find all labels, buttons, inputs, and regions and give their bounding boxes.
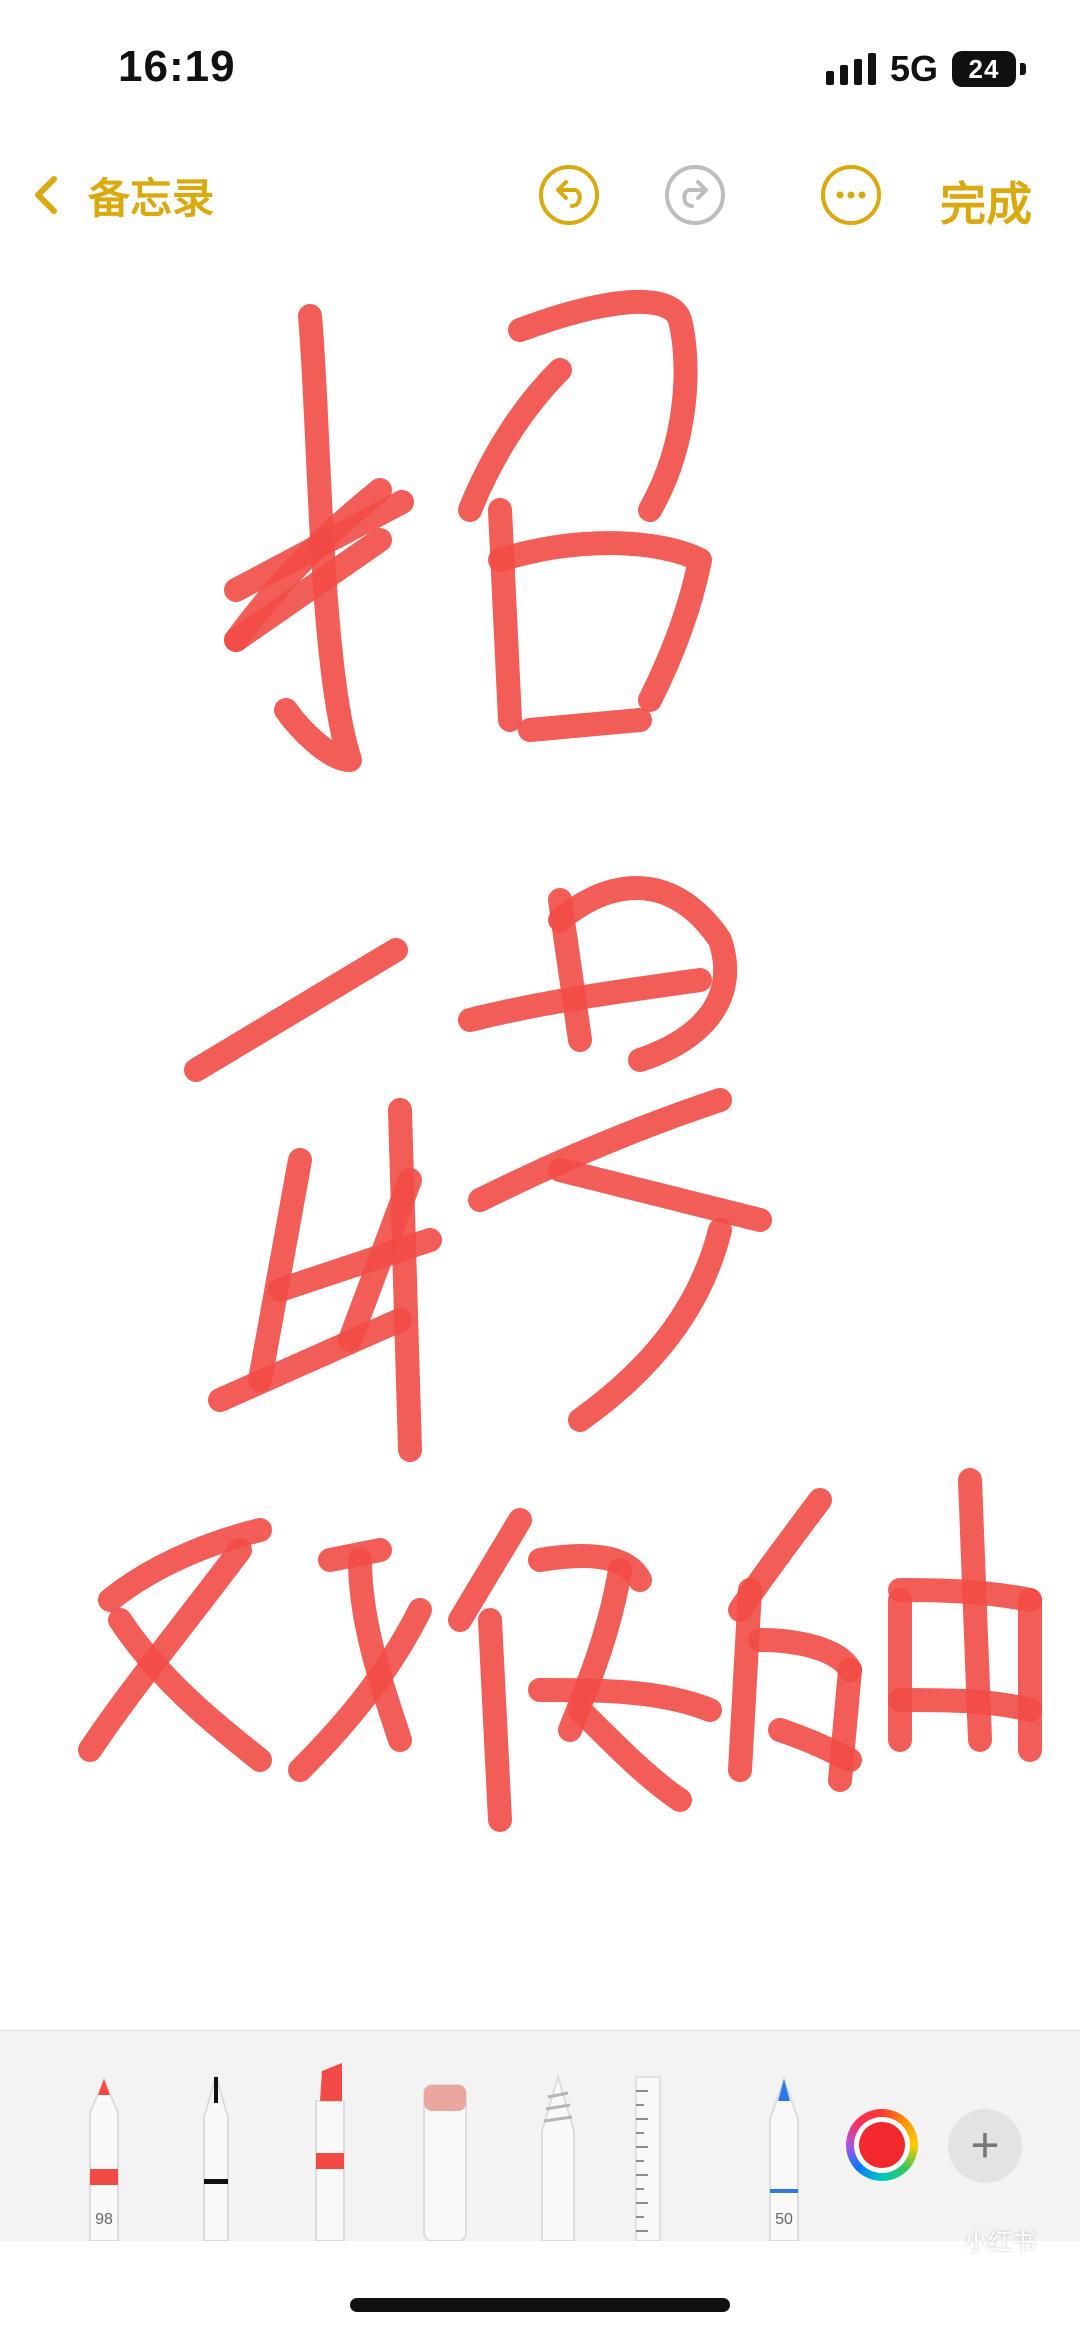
- battery-cap: [1020, 63, 1026, 75]
- signal-icon: [825, 53, 876, 85]
- status-time: 16:19: [118, 42, 236, 91]
- watermark: 小红书: [964, 2229, 1036, 2256]
- add-tool-button[interactable]: +: [948, 2109, 1022, 2183]
- chevron-left-icon: [35, 176, 57, 214]
- fineliner-tool[interactable]: [190, 2071, 242, 2241]
- fineliner-icon: [203, 2073, 229, 2241]
- status-bar: 16:19 5G 24: [0, 0, 1080, 140]
- color-picker-button[interactable]: [846, 2109, 918, 2181]
- home-indicator: [350, 2298, 730, 2312]
- redo-icon: [665, 165, 725, 225]
- redo-button[interactable]: [660, 160, 730, 230]
- lasso-tool[interactable]: [530, 2071, 586, 2241]
- more-icon: [821, 165, 881, 225]
- marker-tool[interactable]: [302, 2061, 358, 2241]
- handwriting: [78, 289, 1042, 1832]
- marker-icon: [315, 2063, 345, 2241]
- lasso-icon: [541, 2073, 575, 2241]
- ruler-icon: [635, 2076, 661, 2241]
- ruler-tool[interactable]: [630, 2071, 666, 2241]
- network-label: 5G: [889, 48, 938, 89]
- back-button[interactable]: 备忘录: [22, 150, 214, 240]
- selected-color: [859, 2122, 905, 2168]
- more-button[interactable]: [816, 160, 886, 230]
- undo-icon: [539, 165, 599, 225]
- notes-topbar: 备忘录 完成: [0, 150, 1080, 240]
- drawing-toolbar: 98 50 +: [0, 2030, 1080, 2241]
- drawing-canvas[interactable]: [0, 260, 1080, 2020]
- status-indicators: 5G 24: [825, 48, 1026, 90]
- pencil-size: 50: [775, 2211, 793, 2228]
- eraser-tool[interactable]: [414, 2061, 476, 2241]
- pencil-tool[interactable]: 50: [756, 2071, 812, 2241]
- battery-icon: 24: [952, 51, 1026, 87]
- eraser-icon: [423, 2084, 467, 2241]
- battery-level: 24: [968, 53, 1000, 84]
- pen-size: 98: [95, 2211, 113, 2228]
- done-button[interactable]: 完成: [940, 168, 1032, 234]
- back-label: 备忘录: [88, 174, 215, 222]
- undo-button[interactable]: [534, 160, 604, 230]
- pen-tool[interactable]: 98: [76, 2071, 132, 2241]
